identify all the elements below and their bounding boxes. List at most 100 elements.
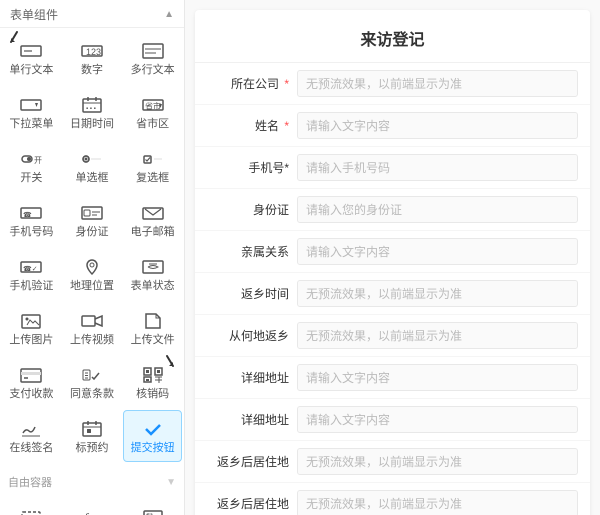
verify-code-icon — [139, 364, 167, 386]
form-row: 返乡后居住地无预流效果，以前端显示为准 — [195, 441, 590, 483]
hotzone-icon — [139, 506, 167, 515]
switch-label: 开关 — [20, 172, 42, 185]
agree-icon — [78, 364, 106, 386]
payment-label: 支付收款 — [9, 388, 53, 401]
form-row: 从何地返乡无预流效果，以前端显示为准 — [195, 315, 590, 357]
upload-img-label: 上传图片 — [9, 334, 53, 347]
checkbox-icon — [139, 148, 167, 170]
field-label: 返乡时间 — [207, 285, 297, 302]
form-row: 身份证请输入您的身份证 — [195, 189, 590, 231]
esign-label: 在线签名 — [9, 442, 53, 455]
form-row: 返乡时间无预流效果，以前端显示为准 — [195, 273, 590, 315]
form-row: 返乡后居住地无预流效果，以前端显示为准 — [195, 483, 590, 515]
custom-components-grid: 空白容器 fx 变量 热区 T — [0, 494, 184, 515]
component-verify-code[interactable]: 核销码 — [123, 356, 182, 408]
component-single-line[interactable]: 单行文本 — [2, 32, 61, 84]
custom-section-title: 自由容器 ▼ — [0, 470, 184, 494]
id-card-label: 身份证 — [75, 226, 108, 239]
phone-icon: ☎ — [17, 202, 45, 224]
component-radio[interactable]: 单选框 — [63, 140, 122, 192]
submit-icon — [139, 418, 167, 440]
datetime-icon: ▪ ▪ ▪ — [78, 94, 106, 116]
component-datetime[interactable]: ▪ ▪ ▪ 日期时间 — [63, 86, 122, 138]
field-input[interactable]: 无预流效果，以前端显示为准 — [297, 280, 578, 307]
field-label: 所在公司 * — [207, 75, 297, 92]
radio-label: 单选框 — [75, 172, 108, 185]
number-icon: 123 — [78, 40, 106, 62]
component-submit[interactable]: 提交按钮 — [123, 410, 182, 462]
svg-text:fx: fx — [84, 510, 94, 515]
component-phone-verify[interactable]: ☎✓ 手机验证 — [2, 248, 61, 300]
upload-file-icon — [139, 310, 167, 332]
phone-label: 手机号码 — [9, 226, 53, 239]
component-city[interactable]: 省市 省市区 — [123, 86, 182, 138]
component-agree[interactable]: 同意条款 — [63, 356, 122, 408]
payment-icon — [17, 364, 45, 386]
svg-text:☎: ☎ — [23, 211, 32, 219]
component-number[interactable]: 123 数字 — [63, 32, 122, 84]
component-payment[interactable]: 支付收款 — [2, 356, 61, 408]
component-hotzone[interactable]: 热区 — [123, 498, 182, 515]
radio-icon — [78, 148, 106, 170]
single-line-label: 单行文本 — [9, 64, 53, 77]
field-label: 详细地址 — [207, 411, 297, 428]
field-input[interactable]: 无预流效果，以前端显示为准 — [297, 448, 578, 475]
right-panel: 来访登记 所在公司 *无预流效果，以前端显示为准姓名 *请输入文字内容手机号*请… — [185, 0, 600, 515]
component-id-card[interactable]: 身份证 — [63, 194, 122, 246]
component-switch[interactable]: 开 开关 — [2, 140, 61, 192]
form-row: 姓名 *请输入文字内容 — [195, 105, 590, 147]
city-label: 省市区 — [136, 118, 169, 131]
section-collapse-arrow[interactable]: ▲ — [164, 9, 174, 20]
field-input[interactable]: 请输入文字内容 — [297, 364, 578, 391]
field-input[interactable]: 请输入手机号码 — [297, 154, 578, 181]
field-input[interactable]: 请输入您的身份证 — [297, 196, 578, 223]
upload-video-icon — [78, 310, 106, 332]
svg-text:开: 开 — [34, 156, 42, 165]
section-title-label: 表单组件 — [10, 6, 58, 23]
custom-section-arrow[interactable]: ▼ — [166, 477, 176, 488]
component-order-status[interactable]: 表单状态 — [123, 248, 182, 300]
checkbox-label: 复选框 — [136, 172, 169, 185]
component-upload-video[interactable]: 上传视频 — [63, 302, 122, 354]
component-esign[interactable]: 在线签名 — [2, 410, 61, 462]
required-mark: * — [281, 119, 289, 133]
city-icon: 省市 — [139, 94, 167, 116]
form-row: 亲属关系请输入文字内容 — [195, 231, 590, 273]
component-upload-img[interactable]: 上传图片 — [2, 302, 61, 354]
component-location[interactable]: 地理位置 — [63, 248, 122, 300]
field-label: 返乡后居住地 — [207, 495, 297, 512]
component-empty[interactable]: 空白容器 — [2, 498, 61, 515]
field-label: 详细地址 — [207, 369, 297, 386]
component-phone[interactable]: ☎ 手机号码 — [2, 194, 61, 246]
form-row: 手机号*请输入手机号码 — [195, 147, 590, 189]
svg-text:▪ ▪ ▪: ▪ ▪ ▪ — [86, 106, 96, 112]
field-input[interactable]: 请输入文字内容 — [297, 238, 578, 265]
component-dropdown[interactable]: 下拉菜单 — [2, 86, 61, 138]
field-input[interactable]: 无预流效果，以前端显示为准 — [297, 70, 578, 97]
datetime-label: 日期时间 — [70, 118, 114, 131]
form-row: 详细地址请输入文字内容 — [195, 357, 590, 399]
email-label: 电子邮箱 — [131, 226, 175, 239]
field-label: 返乡后居住地 — [207, 453, 297, 470]
component-pre-order[interactable]: 标预约 — [63, 410, 122, 462]
location-label: 地理位置 — [70, 280, 114, 293]
upload-video-label: 上传视频 — [70, 334, 114, 347]
id-card-icon — [78, 202, 106, 224]
location-icon — [78, 256, 106, 278]
field-input[interactable]: 请输入文字内容 — [297, 406, 578, 433]
component-upload-file[interactable]: 上传文件 — [123, 302, 182, 354]
switch-icon: 开 — [17, 148, 45, 170]
field-input[interactable]: 无预流效果，以前端显示为准 — [297, 322, 578, 349]
component-email[interactable]: 电子邮箱 — [123, 194, 182, 246]
email-icon — [139, 202, 167, 224]
field-label: 身份证 — [207, 201, 297, 218]
field-input[interactable]: 无预流效果，以前端显示为准 — [297, 490, 578, 515]
form-row: 详细地址请输入文字内容 — [195, 399, 590, 441]
custom-section-label: 自由容器 — [8, 474, 52, 490]
field-input[interactable]: 请输入文字内容 — [297, 112, 578, 139]
components-grid: 单行文本 123 数字 多行文本 — [0, 28, 184, 466]
verify-code-label: 核销码 — [136, 388, 169, 401]
component-formula[interactable]: fx 变量 — [63, 498, 122, 515]
component-checkbox[interactable]: 复选框 — [123, 140, 182, 192]
component-multi-line[interactable]: 多行文本 — [123, 32, 182, 84]
